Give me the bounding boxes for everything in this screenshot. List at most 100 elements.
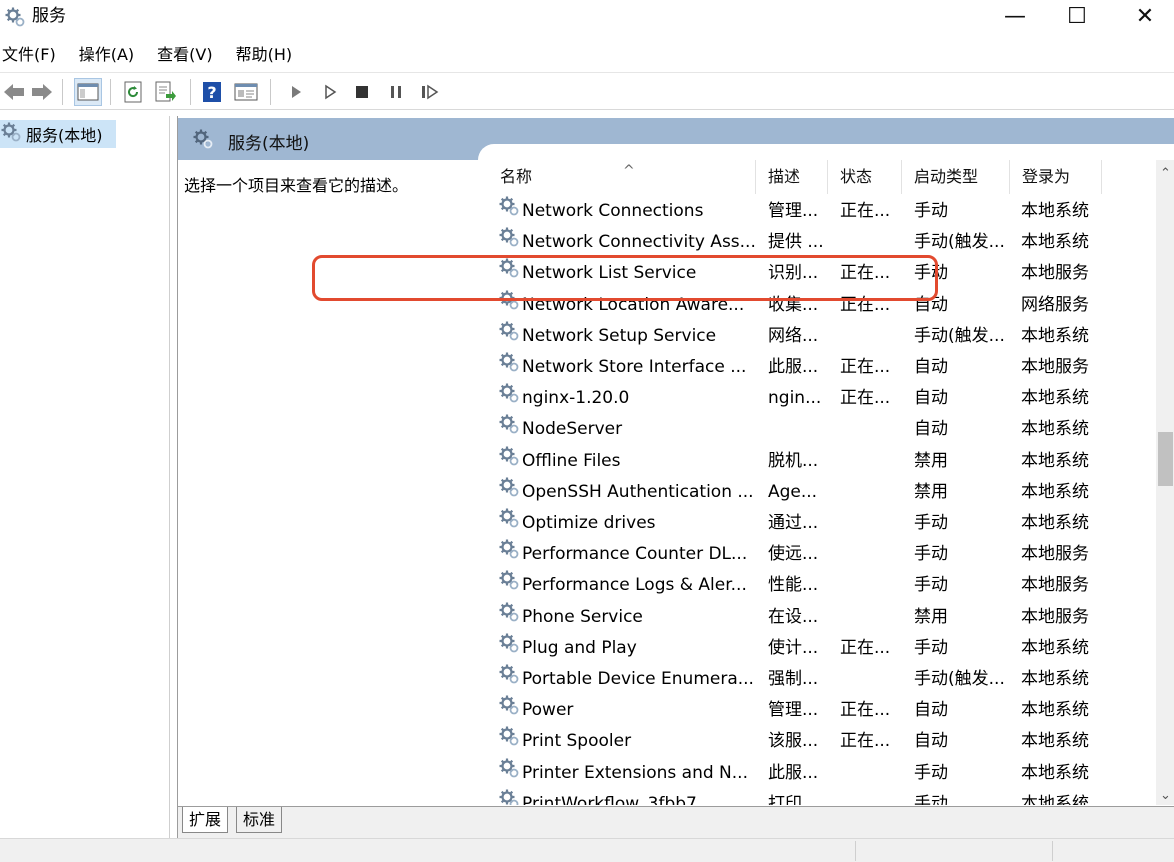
column-header-logon-as[interactable]: 登录为 bbox=[1010, 160, 1102, 194]
menu-file[interactable]: 文件(F) bbox=[0, 40, 60, 70]
tree-item-services-local[interactable]: 服务(本地) bbox=[0, 120, 116, 148]
column-header-status[interactable]: 状态 bbox=[828, 160, 902, 194]
restart-service-icon[interactable] bbox=[416, 78, 444, 106]
service-description: 提供 ... bbox=[768, 232, 824, 253]
service-status bbox=[840, 446, 910, 477]
service-logon-as: 本地系统 bbox=[1021, 201, 1089, 221]
console-tree-icon[interactable] bbox=[74, 78, 102, 106]
close-button[interactable]: ✕ bbox=[1116, 0, 1174, 32]
service-logon-as: 本地系统 bbox=[1021, 450, 1089, 471]
service-name-cell: nginx-1.20.0 bbox=[498, 383, 760, 414]
table-row[interactable]: Offline Files 脱机... 禁用 本地系统 bbox=[478, 446, 1158, 477]
service-startup-type: 禁用 bbox=[914, 450, 948, 471]
start-service-icon[interactable] bbox=[282, 78, 310, 106]
service-status bbox=[840, 570, 910, 601]
table-row[interactable]: Network Store Interface ... 此服... 正在... 自动 本… bbox=[478, 352, 1158, 383]
column-header-description[interactable]: 描述 bbox=[756, 160, 828, 194]
service-description: 通过... bbox=[768, 513, 819, 533]
service-gear-icon bbox=[498, 446, 520, 477]
stop-service-icon[interactable] bbox=[348, 78, 376, 106]
table-row[interactable]: Network Connectivity Ass... 提供 ... 手动(触发..… bbox=[478, 227, 1158, 258]
service-gear-icon bbox=[498, 196, 520, 227]
tab-extended[interactable]: 扩展 bbox=[182, 807, 229, 833]
table-row[interactable]: NodeServer 自动 本地系统 bbox=[478, 414, 1158, 445]
maximize-button[interactable]: ☐ bbox=[1048, 0, 1106, 32]
table-row[interactable]: Printer Extensions and N... 此服... 手动 本地系统 bbox=[478, 758, 1158, 789]
service-name: Plug and Play bbox=[522, 637, 637, 658]
scroll-down-icon[interactable]: ⌄ bbox=[1156, 788, 1174, 803]
service-logon-as: 本地服务 bbox=[1021, 575, 1089, 596]
refresh-icon[interactable] bbox=[120, 78, 148, 106]
forward-arrow-icon[interactable] bbox=[28, 78, 56, 106]
service-status bbox=[840, 539, 910, 570]
vertical-scrollbar[interactable]: ⌃ ⌄ bbox=[1156, 160, 1174, 805]
service-description: 此服... bbox=[768, 357, 819, 377]
service-name: nginx-1.20.0 bbox=[522, 388, 630, 409]
services-gear-icon bbox=[0, 121, 22, 147]
table-row[interactable]: Performance Logs & Aler... 性能... 手动 本地服务 bbox=[478, 570, 1158, 601]
service-status bbox=[840, 602, 910, 633]
service-gear-icon bbox=[498, 227, 520, 258]
table-row[interactable]: Optimize drives 通过... 手动 本地系统 bbox=[478, 508, 1158, 539]
table-row[interactable]: Portable Device Enumera... 强制... 手动(触发... 本… bbox=[478, 664, 1158, 695]
service-startup-type: 自动 bbox=[914, 700, 948, 721]
table-row[interactable]: Network Connections 管理... 正在... 手动 本地系统 bbox=[478, 196, 1158, 227]
title-bar[interactable]: 服务 — ☐ ✕ bbox=[0, 0, 1174, 34]
menu-view[interactable]: 查看(V) bbox=[153, 40, 216, 70]
service-logon-as: 本地系统 bbox=[1021, 481, 1089, 502]
service-startup-type: 自动 bbox=[914, 419, 948, 440]
table-row[interactable]: nginx-1.20.0 ngin... 正在... 自动 本地系统 bbox=[478, 383, 1158, 414]
scroll-up-icon[interactable]: ⌃ bbox=[1156, 166, 1174, 181]
service-name: Performance Logs & Aler... bbox=[522, 575, 747, 596]
minimize-button[interactable]: — bbox=[986, 0, 1044, 32]
service-name-cell: Network Setup Service bbox=[498, 321, 760, 352]
service-gear-icon bbox=[498, 664, 520, 695]
table-row[interactable]: Print Spooler 该服... 正在... 自动 本地系统 bbox=[478, 726, 1158, 757]
menu-action[interactable]: 操作(A) bbox=[75, 40, 138, 70]
back-arrow-icon[interactable] bbox=[0, 78, 28, 106]
properties-icon[interactable] bbox=[232, 78, 260, 106]
service-description: Age... bbox=[768, 481, 818, 502]
service-name: Offline Files bbox=[522, 450, 621, 471]
sort-ascending-icon: ^ bbox=[623, 163, 635, 179]
export-list-icon[interactable] bbox=[152, 78, 180, 106]
service-name-cell: Network Connections bbox=[498, 196, 760, 227]
scrollbar-thumb[interactable] bbox=[1158, 432, 1173, 486]
service-status: 正在... bbox=[840, 388, 891, 409]
table-row[interactable]: Performance Counter DL... 使远... 手动 本地服务 bbox=[478, 539, 1158, 570]
highlight-annotation bbox=[312, 255, 938, 301]
service-status bbox=[840, 508, 910, 539]
help-icon[interactable]: ? bbox=[198, 78, 226, 106]
table-row[interactable]: Power 管理... 正在... 自动 本地系统 bbox=[478, 695, 1158, 726]
column-header-label: 名称 bbox=[500, 167, 533, 186]
service-status: 正在... bbox=[840, 357, 891, 377]
window-title: 服务 bbox=[32, 6, 66, 26]
menu-bar: 文件(F) 操作(A) 查看(V) 帮助(H) bbox=[0, 40, 1174, 70]
service-name-cell: Phone Service bbox=[498, 602, 760, 633]
start-service-alt-icon[interactable] bbox=[316, 78, 344, 106]
service-startup-type: 手动 bbox=[914, 201, 948, 221]
service-logon-as: 本地系统 bbox=[1021, 232, 1089, 253]
table-row[interactable]: Phone Service 在设... 禁用 本地服务 bbox=[478, 602, 1158, 633]
service-status: 正在... bbox=[840, 700, 891, 721]
status-bar bbox=[0, 838, 1174, 862]
tab-standard[interactable]: 标准 bbox=[236, 807, 283, 833]
panel-title: 服务(本地) bbox=[228, 134, 310, 154]
pause-service-icon[interactable] bbox=[382, 78, 410, 106]
service-description bbox=[768, 414, 838, 445]
column-header-name[interactable]: 名称 ^ bbox=[478, 160, 756, 194]
toolbar-separator bbox=[62, 79, 63, 105]
table-row[interactable]: PrintWorkflow_3fbb7 打印... 手动 本地系统 bbox=[478, 789, 1158, 805]
service-logon-as: 本地服务 bbox=[1021, 357, 1089, 377]
table-row[interactable]: OpenSSH Authentication ... Age... 禁用 本地系统 bbox=[478, 477, 1158, 508]
description-hint: 选择一个项目来查看它的描述。 bbox=[184, 176, 409, 195]
menu-help[interactable]: 帮助(H) bbox=[232, 40, 297, 70]
column-header-startup-type[interactable]: 启动类型 bbox=[902, 160, 1010, 194]
service-gear-icon bbox=[498, 695, 520, 726]
table-row[interactable]: Network Setup Service 网络... 手动(触发... 本地系统 bbox=[478, 321, 1158, 352]
service-logon-as: 本地系统 bbox=[1021, 325, 1089, 346]
service-gear-icon bbox=[498, 321, 520, 352]
table-row[interactable]: Plug and Play 使计... 正在... 手动 本地系统 bbox=[478, 633, 1158, 664]
service-logon-as: 本地服务 bbox=[1021, 544, 1089, 565]
services-panel: 服务(本地) 选择一个项目来查看它的描述。 名称 ^ 描述 状态 启动类型 登录… bbox=[177, 116, 1174, 838]
